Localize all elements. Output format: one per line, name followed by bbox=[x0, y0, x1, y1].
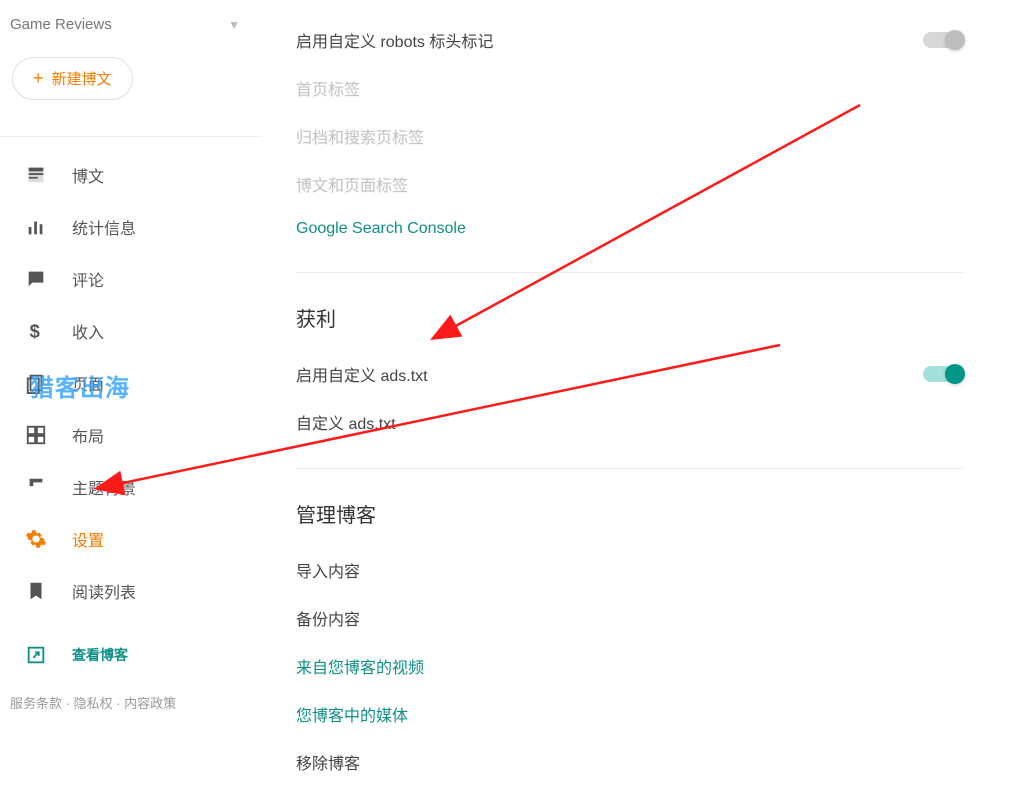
sidebar-item-posts[interactable]: 博文 bbox=[0, 149, 262, 201]
row-gsc-link[interactable]: Google Search Console bbox=[296, 208, 963, 250]
sidebar-item-label: 评论 bbox=[72, 267, 104, 291]
tos-link[interactable]: 服务条款 bbox=[10, 696, 62, 711]
comments-icon bbox=[24, 267, 48, 291]
row-label: 导入内容 bbox=[296, 558, 360, 582]
row-label: 移除博客 bbox=[296, 750, 360, 774]
row-label: Google Search Console bbox=[296, 220, 466, 238]
sidebar-item-earnings[interactable]: $ 收入 bbox=[0, 305, 262, 357]
row-videos-link[interactable]: 来自您博客的视频 bbox=[296, 642, 963, 690]
new-post-button[interactable]: + 新建博文 bbox=[12, 57, 133, 100]
sidebar-item-theme[interactable]: 主题背景 bbox=[0, 461, 262, 513]
row-backup[interactable]: 备份内容 bbox=[296, 594, 963, 642]
main-content: 启用自定义 robots 标头标记 首页标签 归档和搜索页标签 博文和页面标签 … bbox=[296, 0, 1019, 786]
row-archive-tags: 归档和搜索页标签 bbox=[296, 112, 963, 160]
footer-links: 服务条款 · 隐私权 · 内容政策 bbox=[0, 681, 262, 712]
row-label: 来自您博客的视频 bbox=[296, 654, 424, 678]
theme-icon bbox=[24, 475, 48, 499]
pages-icon bbox=[24, 371, 48, 395]
sidebar-item-label: 主题背景 bbox=[72, 475, 136, 499]
row-custom-robots-header[interactable]: 启用自定义 robots 标头标记 bbox=[296, 16, 963, 64]
layout-icon bbox=[24, 423, 48, 447]
open-external-icon bbox=[24, 643, 48, 667]
view-blog-link[interactable]: 查看博客 bbox=[0, 629, 262, 681]
row-enable-ads-txt[interactable]: 启用自定义 ads.txt bbox=[296, 350, 963, 398]
sidebar-item-label: 布局 bbox=[72, 423, 104, 447]
row-label: 您博客中的媒体 bbox=[296, 702, 408, 726]
readinglist-icon bbox=[24, 579, 48, 603]
sidebar-item-label: 统计信息 bbox=[72, 215, 136, 239]
posts-icon bbox=[24, 163, 48, 187]
chevron-down-icon: ▼ bbox=[228, 18, 240, 32]
stats-icon bbox=[24, 215, 48, 239]
row-label: 启用自定义 robots 标头标记 bbox=[296, 28, 493, 52]
blog-title: Game Reviews bbox=[10, 16, 112, 33]
row-label: 首页标签 bbox=[296, 76, 360, 100]
view-blog-label: 查看博客 bbox=[72, 645, 128, 665]
row-home-tags: 首页标签 bbox=[296, 64, 963, 112]
sidebar-item-settings[interactable]: 设置 bbox=[0, 513, 262, 565]
earnings-icon: $ bbox=[24, 319, 48, 343]
sidebar-item-label: 页面 bbox=[72, 371, 104, 395]
row-custom-ads-txt[interactable]: 自定义 ads.txt bbox=[296, 398, 963, 446]
sidebar-item-pages[interactable]: 页面 bbox=[0, 357, 262, 409]
sidebar-item-layout[interactable]: 布局 bbox=[0, 409, 262, 461]
svg-text:$: $ bbox=[30, 320, 40, 341]
row-post-tags: 博文和页面标签 bbox=[296, 160, 963, 208]
sidebar-item-readinglist[interactable]: 阅读列表 bbox=[0, 565, 262, 617]
row-label: 博文和页面标签 bbox=[296, 172, 408, 196]
row-label: 启用自定义 ads.txt bbox=[296, 362, 428, 386]
sidebar-item-stats[interactable]: 统计信息 bbox=[0, 201, 262, 253]
sidebar-item-label: 收入 bbox=[72, 319, 104, 343]
sidebar-item-label: 阅读列表 bbox=[72, 579, 136, 603]
sidebar-nav: 博文 统计信息 评论 $ 收入 页面 布局 主题背景 设置 bbox=[0, 137, 262, 629]
privacy-link[interactable]: 隐私权 bbox=[74, 696, 113, 711]
toggle-custom-robots-header[interactable] bbox=[923, 32, 963, 48]
row-import[interactable]: 导入内容 bbox=[296, 546, 963, 594]
row-label: 归档和搜索页标签 bbox=[296, 124, 424, 148]
contentpolicy-link[interactable]: 内容政策 bbox=[124, 696, 176, 711]
toggle-enable-ads-txt[interactable] bbox=[923, 366, 963, 382]
blog-selector[interactable]: Game Reviews ▼ bbox=[0, 0, 262, 43]
sidebar-item-label: 设置 bbox=[72, 527, 104, 551]
section-title-manage: 管理博客 bbox=[296, 469, 963, 546]
row-label: 备份内容 bbox=[296, 606, 360, 630]
settings-icon bbox=[24, 527, 48, 551]
sidebar: Game Reviews ▼ + 新建博文 博文 统计信息 评论 $ 收入 页面 bbox=[0, 0, 262, 777]
plus-icon: + bbox=[33, 68, 44, 89]
section-title-monetize: 获利 bbox=[296, 273, 963, 350]
row-label: 自定义 ads.txt bbox=[296, 410, 396, 434]
row-remove-blog[interactable]: 移除博客 bbox=[296, 738, 963, 786]
sidebar-item-comments[interactable]: 评论 bbox=[0, 253, 262, 305]
sidebar-item-label: 博文 bbox=[72, 163, 104, 187]
row-media-link[interactable]: 您博客中的媒体 bbox=[296, 690, 963, 738]
new-post-label: 新建博文 bbox=[52, 68, 112, 89]
